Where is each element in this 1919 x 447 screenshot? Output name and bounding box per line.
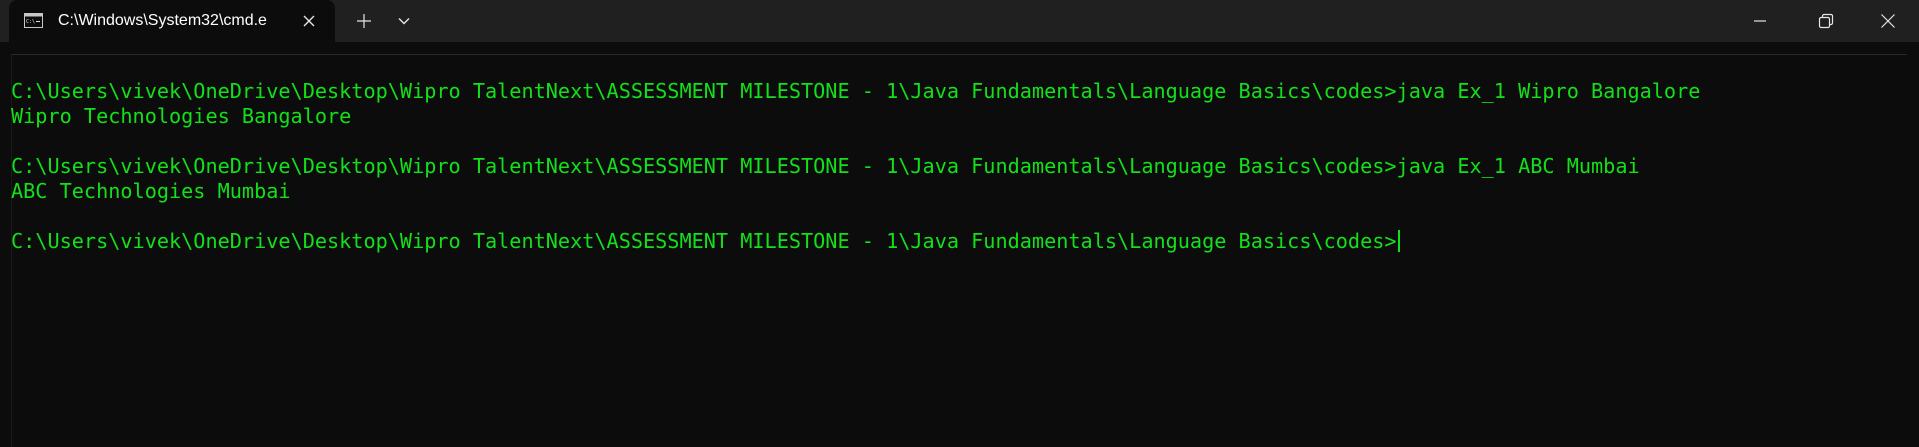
console-output[interactable]: C:\Users\vivek\OneDrive\Desktop\Wipro Ta… (0, 42, 1919, 447)
console-line: C:\Users\vivek\OneDrive\Desktop\Wipro Ta… (11, 79, 1701, 103)
tab-title: C:\Windows\System32\cmd.e (58, 12, 267, 29)
close-icon[interactable] (299, 11, 319, 31)
new-tab-button[interactable] (346, 0, 382, 42)
divider (11, 54, 1907, 55)
console-line: C:\Users\vivek\OneDrive\Desktop\Wipro Ta… (11, 154, 1640, 178)
terminal-tab[interactable]: C:\ C:\Windows\System32\cmd.e (9, 0, 335, 42)
title-bar: C:\ C:\Windows\System32\cmd.e (0, 0, 1919, 42)
tab-dropdown-button[interactable] (386, 0, 422, 42)
minimize-button[interactable] (1729, 0, 1791, 42)
close-window-button[interactable] (1857, 0, 1919, 42)
svg-text:C:\: C:\ (26, 19, 35, 25)
command-prompt[interactable]: C:\Users\vivek\OneDrive\Desktop\Wipro Ta… (11, 229, 1400, 254)
restore-button[interactable] (1795, 0, 1857, 42)
prompt-text: C:\Users\vivek\OneDrive\Desktop\Wipro Ta… (11, 229, 1397, 253)
terminal-icon: C:\ (24, 13, 43, 28)
text-cursor (1397, 230, 1400, 252)
terminal-window: C:\ C:\Windows\System32\cmd.e C:\Users\v… (0, 0, 1919, 447)
console-line: ABC Technologies Mumbai (11, 179, 291, 203)
console-line: Wipro Technologies Bangalore (11, 104, 352, 128)
